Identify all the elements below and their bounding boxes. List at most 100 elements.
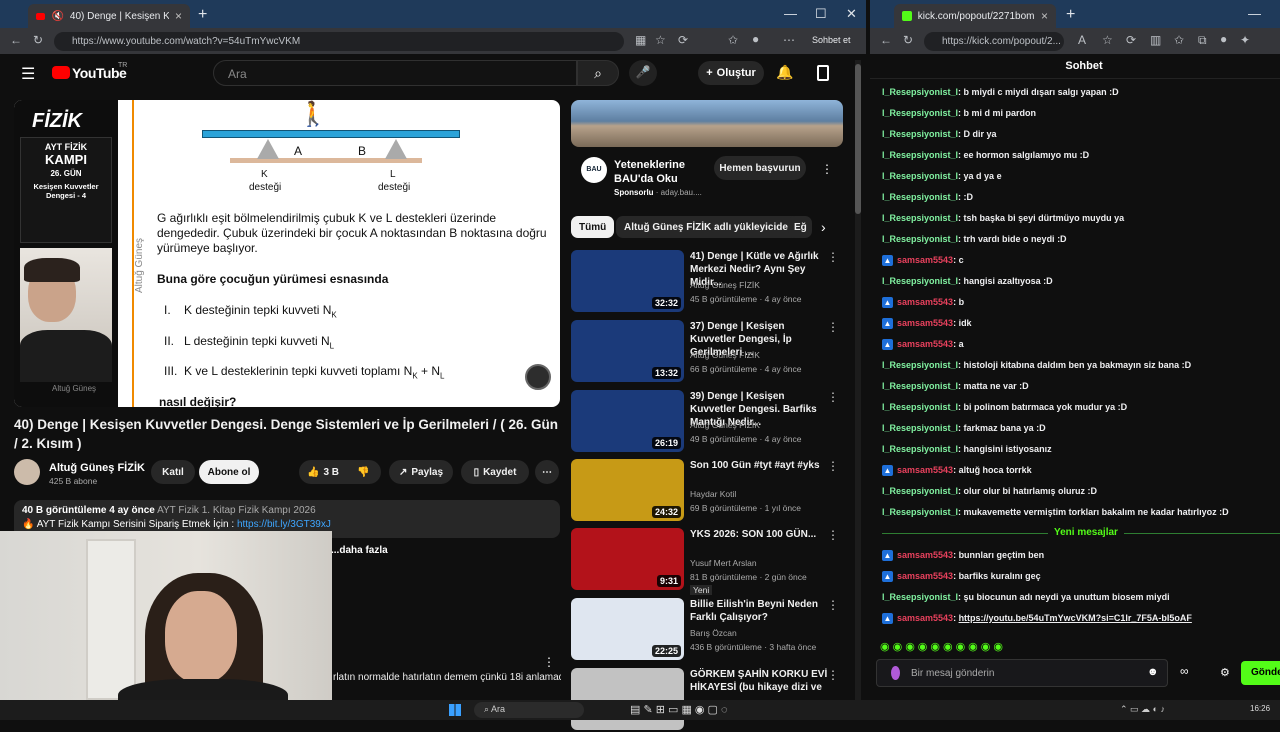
avatar-icon[interactable]: ●	[752, 32, 759, 46]
like-count[interactable]: 3 B	[323, 467, 339, 478]
chat-username[interactable]: l_Resepsiyonist_l	[882, 192, 958, 202]
new-tab-icon-right[interactable]: +	[1066, 6, 1075, 24]
chat-username[interactable]: samsam5543	[897, 465, 953, 475]
star-icon-right[interactable]: ☆	[1102, 33, 1113, 47]
chip-more[interactable]: Eğ	[788, 216, 812, 238]
search-input[interactable]: Ara	[213, 60, 577, 86]
reload-icon-right[interactable]: ↻	[903, 33, 913, 47]
video-player[interactable]: FİZİK AYT FİZİK KAMPI 26. GÜN Kesişen Ku…	[14, 100, 560, 407]
chat-settings-icon[interactable]: ⚙	[1220, 666, 1230, 679]
send-button[interactable]: Gönder	[1241, 661, 1280, 685]
star-icon[interactable]: ☆	[655, 33, 666, 47]
minimize-icon-right[interactable]: —	[1248, 6, 1261, 21]
dislike-icon[interactable]: 👎	[357, 467, 369, 478]
chat-username[interactable]: l_Resepsiyonist_l	[882, 171, 958, 181]
chat-username[interactable]: samsam5543	[897, 318, 953, 328]
reload-icon[interactable]: ↻	[33, 33, 43, 47]
rec-item[interactable]: 22:25 Billie Eilish'in Beyni Neden Farklı…	[571, 598, 861, 662]
chat-username[interactable]: samsam5543	[897, 550, 953, 560]
rec-channel[interactable]: Barış Özcan	[690, 628, 737, 638]
rec-thumbnail[interactable]: 13:32	[571, 320, 684, 382]
favorites-icon[interactable]: ✩	[728, 33, 738, 47]
emote-picker-icon[interactable]	[891, 666, 900, 680]
rec-menu-icon[interactable]: ⋮	[827, 528, 839, 542]
ad-apply-button[interactable]: Hemen başvurun	[714, 156, 806, 180]
extension-icon-right[interactable]: ⟳	[1126, 33, 1136, 47]
share-button[interactable]: ↗ Paylaş	[389, 460, 453, 484]
chat-username[interactable]: samsam5543	[897, 571, 953, 581]
rec-item[interactable]: 32:32 41) Denge | Kütle ve Ağırlık Merkez…	[571, 250, 861, 314]
rec-channel[interactable]: Haydar Kotil	[690, 489, 736, 499]
chat-username[interactable]: l_Resepsiyonist_l	[882, 444, 958, 454]
chat-username[interactable]: l_Resepsiyonist_l	[882, 108, 958, 118]
rec-title[interactable]: Billie Eilish'in Beyni Neden Farklı Çalı…	[690, 598, 830, 624]
favorites-icon-right[interactable]: ✩	[1174, 33, 1184, 47]
chat-username[interactable]: l_Resepsiyonist_l	[882, 87, 958, 97]
chat-username[interactable]: l_Resepsiyonist_l	[882, 234, 958, 244]
split-screen-icon[interactable]: ▥	[1150, 33, 1161, 47]
rec-item[interactable]: 26:19 39) Denge | Kesişen Kuvvetler Denge…	[571, 390, 861, 454]
chat-username[interactable]: samsam5543	[897, 613, 953, 623]
tab-youtube[interactable]: 🔇 40) Denge | Kesişen Kuvvetler ×	[28, 4, 190, 28]
chat-username[interactable]: l_Resepsiyonist_l	[882, 381, 958, 391]
create-button[interactable]: + Oluştur	[698, 61, 764, 85]
rec-title[interactable]: YKS 2026: SON 100 GÜN...	[690, 528, 830, 541]
rec-thumbnail[interactable]: 24:32	[571, 459, 684, 521]
channel-name[interactable]: Altuğ Güneş FİZİK	[49, 462, 145, 474]
rec-channel[interactable]: Altuğ Güneş FİZİK	[690, 350, 760, 360]
read-mode-icon[interactable]: A	[1078, 33, 1086, 47]
close-tab-icon[interactable]: ×	[175, 9, 182, 23]
rec-channel[interactable]: Altuğ Güneş FİZİK	[690, 280, 760, 290]
ad-card[interactable]: BAU Yeteneklerine BAU'da Oku Sponsorlu ·…	[571, 100, 843, 204]
rec-menu-icon[interactable]: ⋮	[827, 668, 839, 682]
menu-dots-icon[interactable]: ⋯	[783, 33, 795, 47]
copilot-icon[interactable]: ✦	[1240, 33, 1250, 47]
windows-start-icon[interactable]	[449, 704, 461, 716]
url-field[interactable]: https://www.youtube.com/watch?v=54uTmYwc…	[54, 32, 624, 51]
chat-username[interactable]: l_Resepsiyonist_l	[882, 213, 958, 223]
page-scrollbar[interactable]	[855, 60, 861, 700]
back-icon-right[interactable]: ←	[880, 33, 892, 47]
rec-thumbnail[interactable]: 32:32	[571, 250, 684, 312]
chat-username[interactable]: l_Resepsiyonist_l	[882, 507, 958, 517]
like-icon[interactable]: 👍	[307, 467, 319, 478]
microphone-icon[interactable]: 🎤	[629, 60, 657, 86]
youtube-logo-icon[interactable]	[52, 66, 70, 79]
rec-channel[interactable]: Yusuf Mert Arslan	[690, 558, 757, 568]
rec-item[interactable]: 9:31 YKS 2026: SON 100 GÜN... Yusuf Mert A…	[571, 528, 861, 595]
rec-thumbnail[interactable]: 9:31	[571, 528, 684, 590]
chips-next-icon[interactable]: ›	[821, 219, 826, 235]
chat-username[interactable]: l_Resepsiyonist_l	[882, 360, 958, 370]
rec-thumbnail[interactable]: 26:19	[571, 390, 684, 452]
profile-icon[interactable]: ●	[1220, 32, 1227, 46]
gift-icon[interactable]: ∞	[1180, 664, 1189, 678]
rec-item[interactable]: 24:32 Son 100 Gün #tyt #ayt #yks Haydar Ko…	[571, 459, 861, 523]
maximize-icon[interactable]: ☐	[815, 6, 827, 22]
rec-thumbnail[interactable]	[571, 668, 684, 730]
taskbar-search[interactable]: ⌕ Ara	[474, 702, 584, 718]
chat-text[interactable]: https://youtu.be/54uTmYwcVKM?si=C1lr_7F5…	[959, 613, 1192, 623]
chat-username[interactable]: l_Resepsiyonist_l	[882, 402, 958, 412]
grid-icon[interactable]: ▦	[635, 33, 646, 47]
save-button[interactable]: ▯ Kaydet	[461, 460, 529, 484]
channel-avatar[interactable]	[14, 459, 40, 485]
chip-all[interactable]: Tümü	[571, 216, 615, 238]
close-kick-tab-icon[interactable]: ×	[1041, 9, 1048, 23]
collections-icon[interactable]: ⧉	[1198, 33, 1207, 48]
chat-username[interactable]: l_Resepsiyonist_l	[882, 486, 958, 496]
close-window-icon[interactable]: ✕	[846, 6, 857, 22]
tab-kick[interactable]: kick.com/popout/2271bomi/chat ×	[894, 4, 1056, 28]
rec-thumbnail[interactable]: 22:25	[571, 598, 684, 660]
rec-menu-icon[interactable]: ⋮	[827, 459, 839, 473]
chat-username[interactable]: samsam5543	[897, 339, 953, 349]
back-icon[interactable]: ←	[10, 33, 22, 47]
taskbar-apps-icon[interactable]: ▤ ✎ ⊞ ▭ ▦ ◉ ▢ ◌	[630, 703, 728, 716]
chat-username[interactable]: samsam5543	[897, 255, 953, 265]
ad-menu-icon[interactable]: ⋮	[821, 162, 833, 176]
description-more[interactable]: ...daha fazla	[331, 545, 388, 556]
chat-username[interactable]: l_Resepsiyonist_l	[882, 276, 958, 286]
chat-username[interactable]: l_Resepsiyonist_l	[882, 423, 958, 433]
rec-menu-icon[interactable]: ⋮	[827, 320, 839, 334]
rec-item[interactable]: 13:32 37) Denge | Kesişen Kuvvetler Denge…	[571, 320, 861, 384]
chip-uploader[interactable]: Altuğ Güneş FİZİK adlı yükleyiciden	[616, 216, 803, 238]
